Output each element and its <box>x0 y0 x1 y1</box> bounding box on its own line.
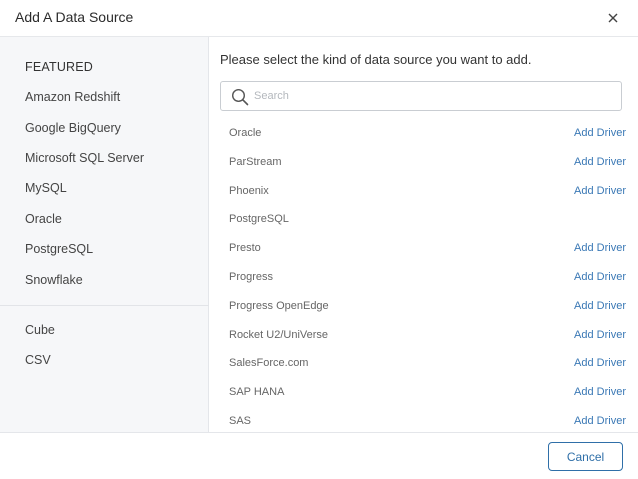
instruction-text: Please select the kind of data source yo… <box>220 52 532 67</box>
add-driver-link[interactable]: Add Driver <box>574 329 626 341</box>
list-item[interactable]: PostgreSQL <box>209 210 638 232</box>
sidebar-item-csv[interactable]: CSV <box>25 353 51 367</box>
source-name[interactable]: Progress OpenEdge <box>229 300 329 312</box>
source-name[interactable]: Oracle <box>229 127 261 139</box>
add-driver-link[interactable]: Add Driver <box>574 300 626 312</box>
add-driver-link[interactable]: Add Driver <box>574 415 626 427</box>
source-name[interactable]: SAP HANA <box>229 386 284 398</box>
add-driver-link[interactable]: Add Driver <box>574 127 626 139</box>
sidebar-item-postgresql[interactable]: PostgreSQL <box>25 242 93 256</box>
list-item[interactable]: ParStream Add Driver <box>209 153 638 175</box>
sidebar-item-amazon-redshift[interactable]: Amazon Redshift <box>25 90 120 104</box>
sidebar-item-microsoft-sql-server[interactable]: Microsoft SQL Server <box>25 151 144 165</box>
sidebar-item-mysql[interactable]: MySQL <box>25 181 67 195</box>
source-name[interactable]: Phoenix <box>229 185 269 197</box>
list-item[interactable]: Phoenix Add Driver <box>209 182 638 204</box>
sidebar-item-google-bigquery[interactable]: Google BigQuery <box>25 121 121 135</box>
list-item[interactable]: Progress Add Driver <box>209 268 638 290</box>
list-item[interactable]: Presto Add Driver <box>209 239 638 261</box>
source-name[interactable]: SAS <box>229 415 251 427</box>
cancel-button[interactable]: Cancel <box>548 442 623 471</box>
sidebar-item-cube[interactable]: Cube <box>25 323 55 337</box>
search-box[interactable] <box>220 81 622 111</box>
source-name[interactable]: ParStream <box>229 156 282 168</box>
source-name[interactable]: Presto <box>229 242 261 254</box>
close-icon[interactable] <box>603 8 623 28</box>
add-driver-link[interactable]: Add Driver <box>574 386 626 398</box>
add-driver-link[interactable]: Add Driver <box>574 185 626 197</box>
sidebar-item-oracle[interactable]: Oracle <box>25 212 62 226</box>
sidebar-item-snowflake[interactable]: Snowflake <box>25 273 83 287</box>
search-icon <box>231 88 249 106</box>
list-item[interactable]: SAP HANA Add Driver <box>209 383 638 405</box>
add-driver-link[interactable]: Add Driver <box>574 271 626 283</box>
add-driver-link[interactable]: Add Driver <box>574 357 626 369</box>
sidebar-divider <box>0 305 209 306</box>
featured-heading: FEATURED <box>25 60 94 74</box>
source-name[interactable]: PostgreSQL <box>229 213 289 225</box>
list-item[interactable]: Progress OpenEdge Add Driver <box>209 297 638 319</box>
source-name[interactable]: SalesForce.com <box>229 357 308 369</box>
list-item[interactable]: SalesForce.com Add Driver <box>209 354 638 376</box>
dialog-title: Add A Data Source <box>15 9 134 25</box>
dialog-header: Add A Data Source <box>0 0 638 37</box>
sidebar: FEATURED Amazon Redshift Google BigQuery… <box>0 37 209 432</box>
add-data-source-dialog: Add A Data Source FEATURED Amazon Redshi… <box>0 0 638 479</box>
list-item[interactable]: Oracle Add Driver <box>209 124 638 146</box>
list-item[interactable]: SAS Add Driver <box>209 412 638 432</box>
search-input[interactable] <box>254 82 614 110</box>
add-driver-link[interactable]: Add Driver <box>574 156 626 168</box>
list-item[interactable]: Rocket U2/UniVerse Add Driver <box>209 326 638 348</box>
source-name[interactable]: Progress <box>229 271 273 283</box>
dialog-footer: Cancel <box>0 432 638 479</box>
add-driver-link[interactable]: Add Driver <box>574 242 626 254</box>
main-panel: Please select the kind of data source yo… <box>209 37 638 432</box>
source-name[interactable]: Rocket U2/UniVerse <box>229 329 328 341</box>
